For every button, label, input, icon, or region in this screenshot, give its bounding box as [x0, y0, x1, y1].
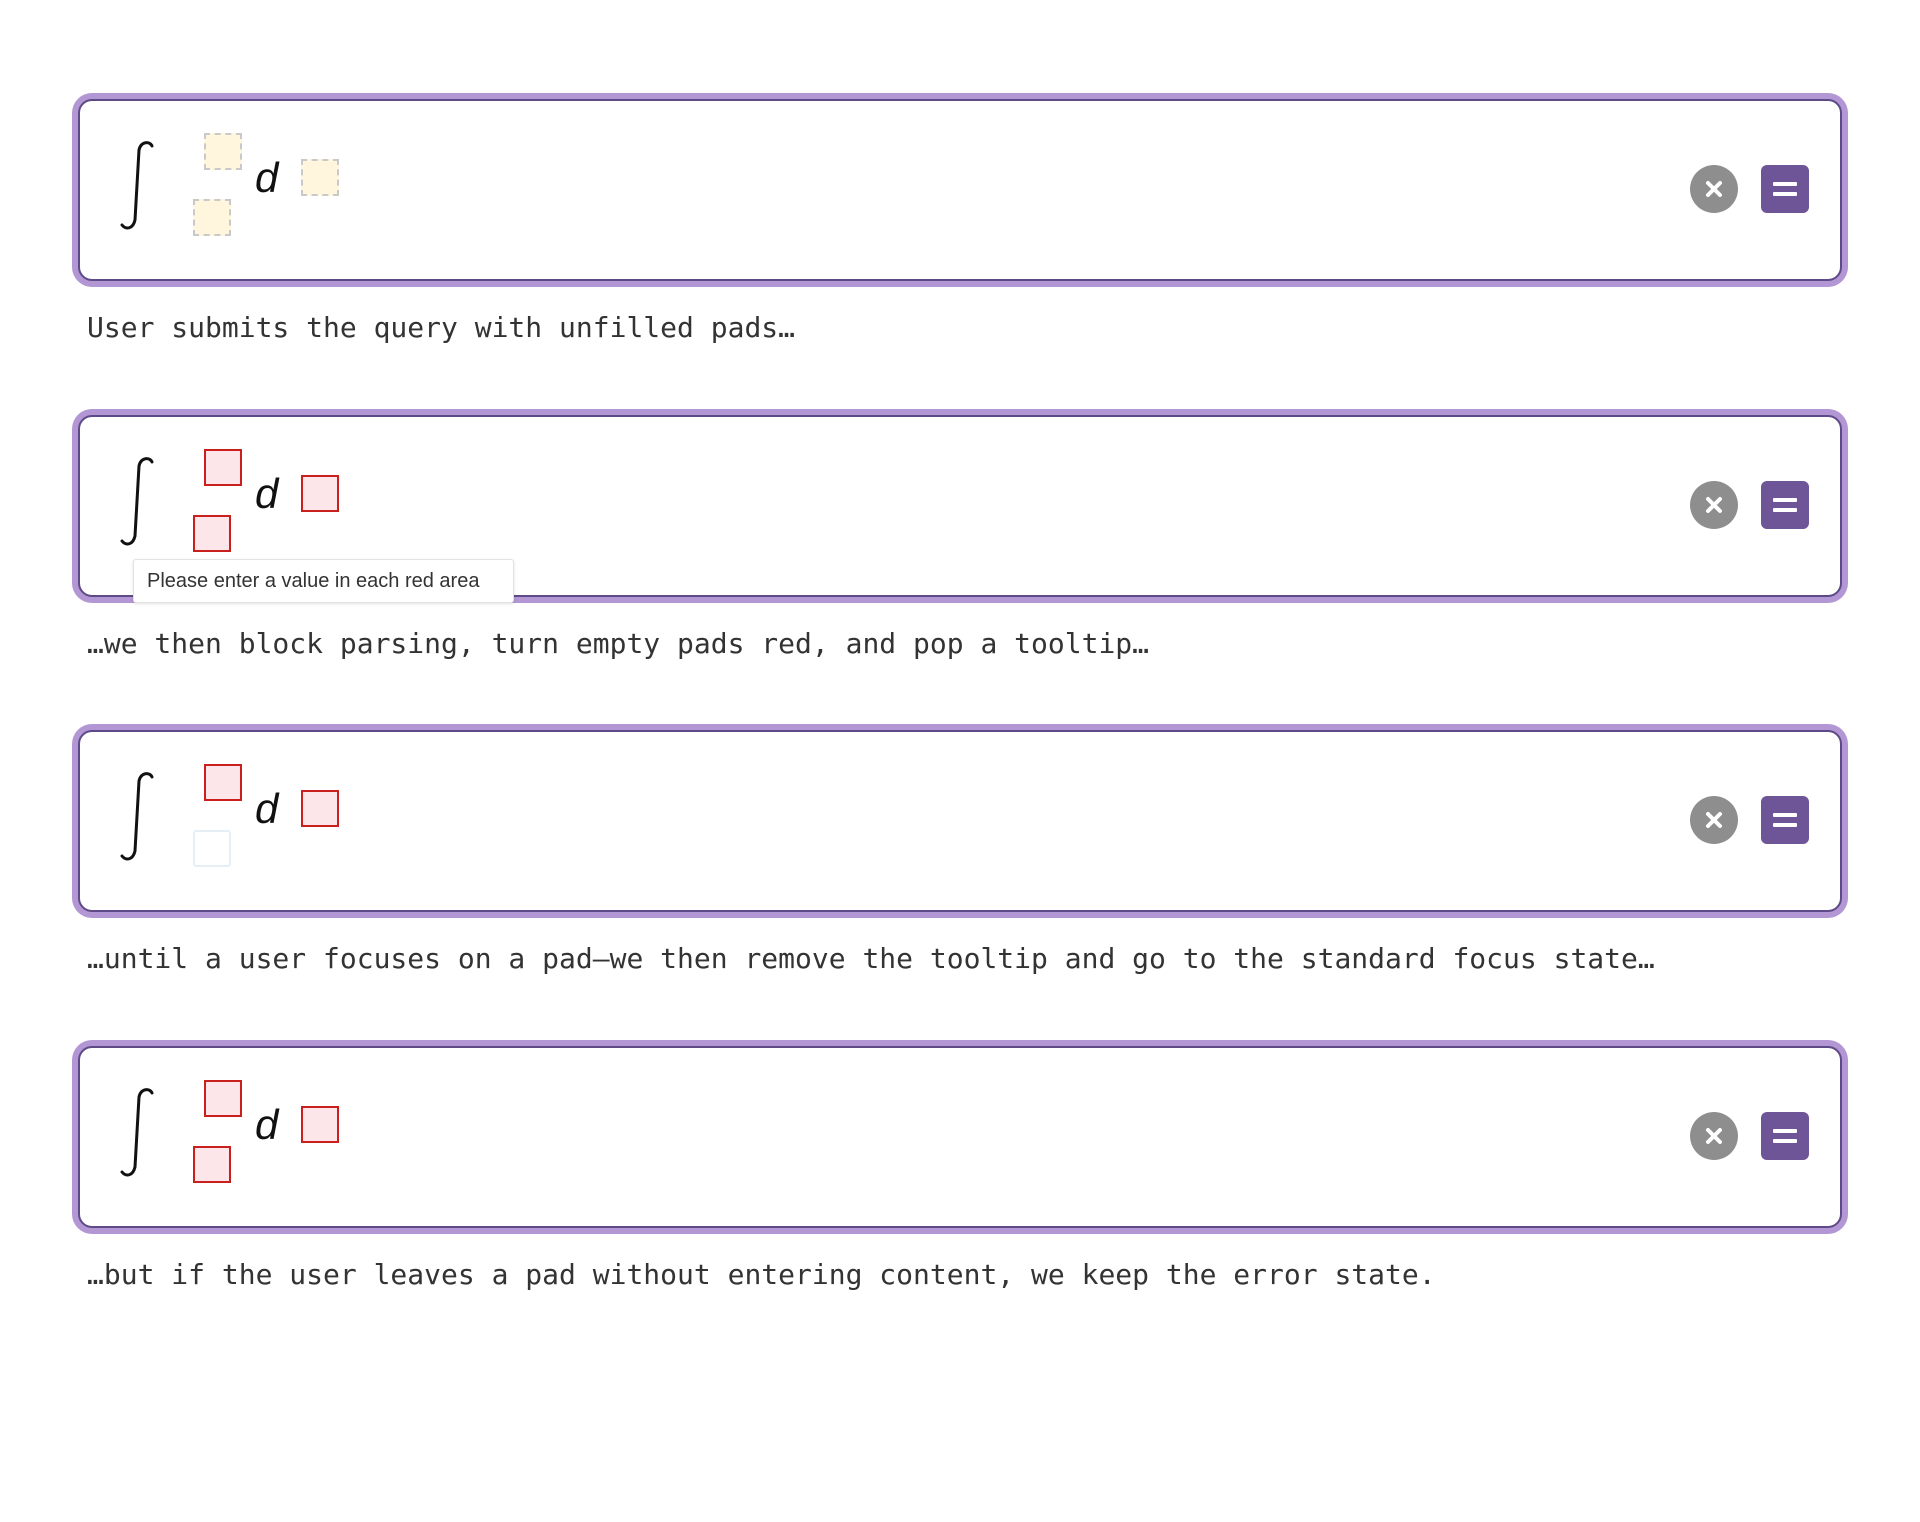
differential-d: d [255, 470, 279, 517]
integral-sign-icon [120, 772, 154, 861]
lower-limit-pad[interactable] [193, 515, 231, 552]
integral-expression: d [120, 1068, 339, 1208]
variable-pad[interactable] [301, 790, 339, 827]
equals-button[interactable] [1761, 165, 1809, 213]
equals-button[interactable] [1761, 1112, 1809, 1160]
state-error-tooltip: d Please enter a value in each red area … [78, 415, 1842, 660]
equals-icon [1773, 498, 1797, 512]
upper-limit-pad[interactable] [204, 1080, 242, 1117]
caption: …we then block parsing, turn empty pads … [87, 627, 1150, 660]
math-input-box[interactable]: d [78, 1046, 1842, 1228]
variable-pad[interactable] [301, 159, 339, 196]
equals-icon [1773, 1129, 1797, 1143]
upper-limit-pad[interactable] [204, 764, 242, 801]
lower-limit-pad[interactable] [193, 199, 231, 236]
state-pad-focused: d …until a user focuses on a pad—we then… [78, 730, 1842, 975]
variable-pad[interactable] [301, 475, 339, 512]
state-error-retained: d …but if the user leaves a pad without … [78, 1046, 1842, 1291]
math-input-box[interactable]: d [78, 99, 1842, 281]
error-tooltip: Please enter a value in each red area [133, 559, 514, 603]
integral-expression: d [120, 437, 339, 577]
clear-button[interactable] [1690, 165, 1738, 213]
clear-button[interactable] [1690, 796, 1738, 844]
page: d User submits the query with unfilled p… [0, 0, 1920, 1522]
caption: …until a user focuses on a pad—we then r… [87, 942, 1655, 975]
equals-button[interactable] [1761, 481, 1809, 529]
equals-icon [1773, 813, 1797, 827]
close-icon [1706, 1128, 1722, 1144]
integral-sign-icon [120, 457, 154, 546]
equals-icon [1773, 182, 1797, 196]
integral-sign-icon [120, 1088, 154, 1177]
upper-limit-pad[interactable] [204, 133, 242, 170]
close-icon [1706, 497, 1722, 513]
math-input-box[interactable]: d [78, 730, 1842, 912]
variable-pad[interactable] [301, 1106, 339, 1143]
lower-limit-pad-focused[interactable] [193, 830, 231, 867]
integral-expression: d [120, 121, 339, 261]
integral-sign-icon [120, 141, 154, 230]
upper-limit-pad[interactable] [204, 449, 242, 486]
caption: User submits the query with unfilled pad… [87, 311, 796, 344]
differential-d: d [255, 154, 279, 201]
equals-button[interactable] [1761, 796, 1809, 844]
math-input-box[interactable]: d Please enter a value in each red area [78, 415, 1842, 603]
state-unfilled-pads: d User submits the query with unfilled p… [78, 99, 1842, 344]
integral-expression: d [120, 752, 339, 892]
differential-d: d [255, 785, 279, 832]
differential-d: d [255, 1101, 279, 1148]
close-icon [1706, 812, 1722, 828]
close-icon [1706, 181, 1722, 197]
lower-limit-pad[interactable] [193, 1146, 231, 1183]
caption: …but if the user leaves a pad without en… [87, 1258, 1436, 1291]
clear-button[interactable] [1690, 1112, 1738, 1160]
clear-button[interactable] [1690, 481, 1738, 529]
